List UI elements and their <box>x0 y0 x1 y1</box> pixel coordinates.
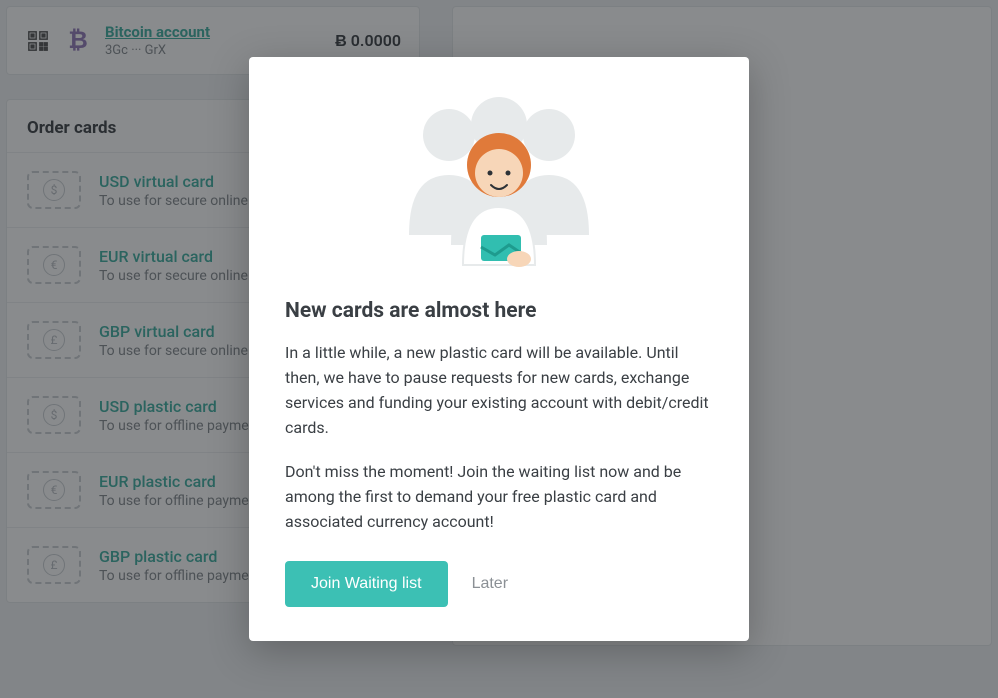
modal-title: New cards are almost here <box>285 299 713 323</box>
modal-actions: Join Waiting list Later <box>285 561 713 607</box>
modal-overlay: New cards are almost here In a little wh… <box>0 0 998 698</box>
people-card-icon <box>369 95 629 275</box>
join-waiting-list-button[interactable]: Join Waiting list <box>285 561 448 607</box>
modal-illustration <box>285 95 713 275</box>
later-button[interactable]: Later <box>472 575 508 593</box>
new-cards-modal: New cards are almost here In a little wh… <box>249 57 749 641</box>
modal-paragraph-1: In a little while, a new plastic card wi… <box>285 341 713 440</box>
modal-paragraph-2: Don't miss the moment! Join the waiting … <box>285 460 713 534</box>
